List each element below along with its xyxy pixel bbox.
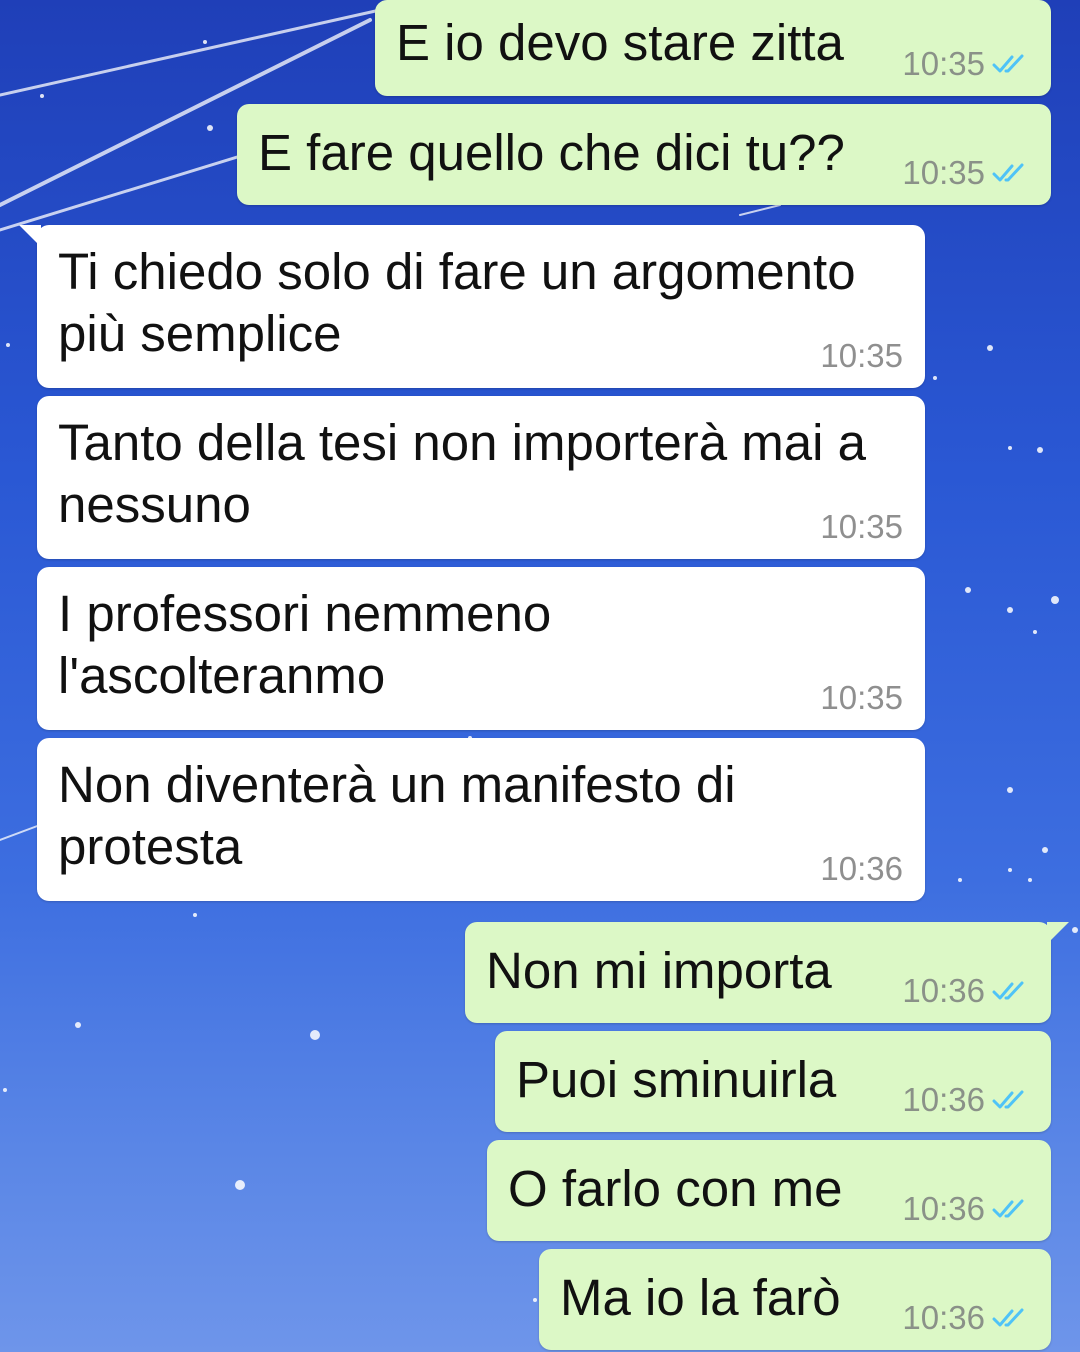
message-text: E io devo stare zitta [396,14,844,71]
message-text: Tanto della tesi non importerà mai a nes… [58,414,866,533]
message-time: 10:35 [902,154,985,191]
double-check-icon [992,1308,1024,1327]
message-time: 10:36 [902,1081,985,1118]
double-check-icon [992,981,1024,1000]
chat-thread: E io devo stare zitta 10:35 E fare quell… [0,0,1080,1352]
message-time: 10:36 [902,972,985,1009]
message-time: 10:35 [820,679,903,716]
message-outgoing[interactable]: E io devo stare zitta 10:35 [375,0,1051,96]
double-check-icon [992,163,1024,182]
message-meta: 10:36 [902,1300,1029,1336]
bubble-tail [1047,922,1069,944]
message-text: E fare quello che dici tu?? [258,124,845,181]
message-meta: 10:36 [902,1082,1029,1118]
message-incoming[interactable]: Tanto della tesi non importerà mai a nes… [37,396,925,559]
message-time: 10:35 [820,337,903,374]
message-time: 10:36 [820,850,903,887]
double-check-icon [992,1090,1024,1109]
message-outgoing[interactable]: Puoi sminuirla 10:36 [495,1031,1051,1132]
message-text: Ti chiedo solo di fare un argomento più … [58,243,856,362]
message-meta: 10:36 [902,1191,1029,1227]
message-incoming[interactable]: I professori nemmeno l'ascolteranmo 10:3… [37,567,925,730]
message-text: Non mi importa [486,942,832,999]
message-time: 10:36 [902,1299,985,1336]
double-check-icon [992,1199,1024,1218]
message-outgoing[interactable]: O farlo con me 10:36 [487,1140,1051,1241]
double-check-icon [992,54,1024,73]
message-outgoing[interactable]: Non mi importa 10:36 [465,922,1069,1023]
message-meta: 10:36 [902,973,1029,1009]
message-outgoing[interactable]: E fare quello che dici tu?? 10:35 [237,104,1051,205]
message-time: 10:35 [820,508,903,545]
message-text: Ma io la farò [560,1269,841,1326]
message-meta: 10:35 [902,155,1029,191]
message-text: I professori nemmeno l'ascolteranmo [58,585,552,704]
message-text: Non diventerà un manifesto di protesta [58,756,736,875]
message-incoming[interactable]: Non diventerà un manifesto di protesta 1… [37,738,925,901]
message-incoming[interactable]: Ti chiedo solo di fare un argomento più … [19,225,925,388]
bubble-tail [19,225,41,247]
message-outgoing[interactable]: Ma io la farò 10:36 [539,1249,1051,1350]
message-text: O farlo con me [508,1160,843,1217]
message-time: 10:36 [902,1190,985,1227]
message-meta: 10:35 [902,46,1029,82]
message-time: 10:35 [902,45,985,82]
message-text: Puoi sminuirla [516,1051,837,1108]
